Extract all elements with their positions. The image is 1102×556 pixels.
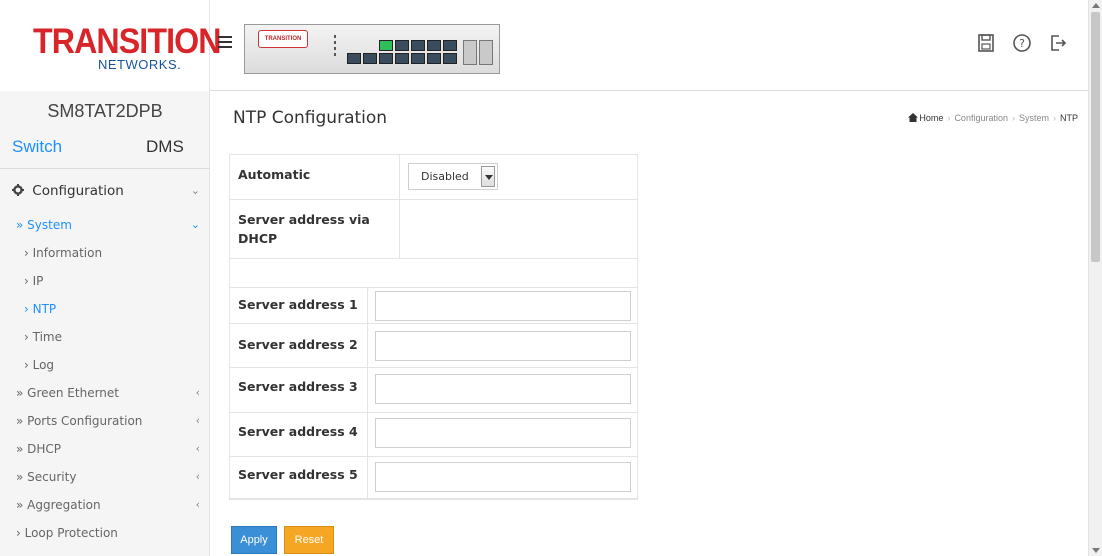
breadcrumb-home[interactable]: Home xyxy=(919,113,943,123)
sidebar-item-loop-protection[interactable]: › Loop Protection xyxy=(0,519,210,547)
sidebar-item-time[interactable]: › Time xyxy=(0,323,210,351)
automatic-select-value: Disabled xyxy=(421,170,469,183)
server-address-5-input[interactable] xyxy=(375,462,631,492)
sidebar-item-ports-configuration[interactable]: » Ports Configuration ‹ xyxy=(0,407,210,435)
server-address-3-input[interactable] xyxy=(375,374,631,404)
chevron-down-icon xyxy=(481,166,495,187)
sidebar-item-label: » DHCP xyxy=(16,442,62,456)
server-address-1-input[interactable] xyxy=(375,291,631,321)
logo-sub-text: NETWORKS. xyxy=(98,57,182,72)
logout-icon[interactable] xyxy=(1048,32,1068,54)
server-address-4-input[interactable] xyxy=(375,418,631,448)
breadcrumb-separator: › xyxy=(1011,113,1015,123)
sidebar-item-information[interactable]: › Information xyxy=(0,239,210,267)
sidebar: SM8TAT2DPB Switch DMS Configuration ⌄ » … xyxy=(0,91,210,556)
sidebar-item-label: › IP xyxy=(24,274,44,288)
server-dhcp-label: Server address via DHCP xyxy=(238,212,370,246)
spacer-row xyxy=(230,259,637,288)
sidebar-tabs: Switch DMS xyxy=(0,133,210,169)
model-name: SM8TAT2DPB xyxy=(47,101,163,121)
automatic-select[interactable]: Disabled xyxy=(408,163,498,190)
scroll-up-arrow-icon[interactable] xyxy=(1092,3,1100,8)
gear-icon xyxy=(12,171,28,211)
server-address-label: Server address 5 xyxy=(238,467,358,482)
menu-toggle-icon[interactable] xyxy=(218,36,232,50)
device-brand-label: TRANSITION xyxy=(258,30,308,48)
automatic-row: Automatic Disabled xyxy=(230,155,637,200)
sidebar-nav: Configuration ⌄ » System ⌄ › Information… xyxy=(0,171,210,547)
server-address-row: Server address 4 xyxy=(230,413,637,457)
server-dhcp-row: Server address via DHCP xyxy=(230,200,637,259)
chevron-left-icon: ‹ xyxy=(195,442,200,455)
chevron-left-icon: ‹ xyxy=(195,470,200,483)
sidebar-item-label: » System xyxy=(16,218,72,232)
ntp-config-table: Automatic Disabled Server address via DH… xyxy=(229,154,638,500)
chevron-left-icon: ‹ xyxy=(195,414,200,427)
sidebar-item-label: Configuration xyxy=(32,183,124,199)
header: TRANSITION NETWORKS. TRANSITION ? xyxy=(0,0,1102,91)
device-panel-image: TRANSITION xyxy=(244,24,500,74)
chevron-down-icon: ⌄ xyxy=(190,218,200,231)
save-icon[interactable] xyxy=(976,32,996,54)
sidebar-item-green-ethernet[interactable]: » Green Ethernet ‹ xyxy=(0,379,210,407)
breadcrumb-configuration[interactable]: Configuration xyxy=(954,113,1008,123)
chevron-down-icon: ⌄ xyxy=(190,184,200,197)
sidebar-item-configuration[interactable]: Configuration ⌄ xyxy=(0,171,210,211)
server-address-row: Server address 3 xyxy=(230,368,637,413)
scrollbar[interactable] xyxy=(1088,0,1102,556)
sidebar-item-log[interactable]: › Log xyxy=(0,351,210,379)
logo-sub-label: NETWORKS xyxy=(98,57,178,72)
main-content: NTP Configuration Home › Configuration › Sys… xyxy=(211,91,1088,556)
server-address-label: Server address 2 xyxy=(238,337,358,352)
scrollbar-thumb[interactable] xyxy=(1091,12,1100,262)
tab-switch[interactable]: Switch xyxy=(12,137,62,157)
tab-dms[interactable]: DMS xyxy=(146,137,184,157)
server-address-row: Server address 2 xyxy=(230,324,637,368)
page-title: NTP Configuration xyxy=(233,108,388,128)
sidebar-item-label: » Security xyxy=(16,470,77,484)
server-address-label: Server address 4 xyxy=(238,424,358,439)
sidebar-item-ip[interactable]: › IP xyxy=(0,267,210,295)
help-icon[interactable]: ? xyxy=(1012,32,1032,54)
sidebar-item-security[interactable]: » Security ‹ xyxy=(0,463,210,491)
server-address-row: Server address 5 xyxy=(230,457,637,499)
sidebar-item-label: › Log xyxy=(24,358,55,372)
breadcrumb-system[interactable]: System xyxy=(1019,113,1049,123)
logo-main-text: TRANSITION xyxy=(33,22,221,61)
home-icon xyxy=(908,113,919,123)
breadcrumb-separator: › xyxy=(947,113,951,123)
server-address-label: Server address 3 xyxy=(238,379,358,394)
breadcrumb-separator: › xyxy=(1053,113,1056,123)
server-address-label: Server address 1 xyxy=(238,297,358,312)
sidebar-item-dhcp[interactable]: » DHCP ‹ xyxy=(0,435,210,463)
sidebar-item-aggregation[interactable]: » Aggregation ‹ xyxy=(0,491,210,519)
server-address-row: Server address 1 xyxy=(230,288,637,324)
sidebar-item-label: » Aggregation xyxy=(16,498,101,512)
sidebar-item-label: » Ports Configuration xyxy=(16,414,143,428)
sidebar-item-label: › Information xyxy=(24,246,103,260)
scroll-down-arrow-icon[interactable] xyxy=(1092,548,1100,553)
sidebar-item-label: › NTP xyxy=(24,302,57,316)
breadcrumb-current: NTP xyxy=(1060,113,1078,123)
sidebar-item-label: › Time xyxy=(24,330,62,344)
logo[interactable]: TRANSITION NETWORKS. xyxy=(0,0,221,91)
breadcrumb: Home › Configuration › System › NTP xyxy=(908,113,1078,123)
apply-button[interactable]: Apply xyxy=(231,526,277,554)
sidebar-item-ntp[interactable]: › NTP xyxy=(0,295,210,323)
chevron-left-icon: ‹ xyxy=(195,498,200,511)
sidebar-item-label: » Green Ethernet xyxy=(16,386,120,400)
chevron-left-icon: ‹ xyxy=(195,386,200,399)
svg-text:?: ? xyxy=(1019,37,1025,50)
sidebar-item-label: › Loop Protection xyxy=(16,526,118,540)
reset-button[interactable]: Reset xyxy=(284,526,334,554)
server-address-2-input[interactable] xyxy=(375,331,631,361)
automatic-label: Automatic xyxy=(238,167,311,182)
sidebar-item-system[interactable]: » System ⌄ xyxy=(0,211,210,239)
